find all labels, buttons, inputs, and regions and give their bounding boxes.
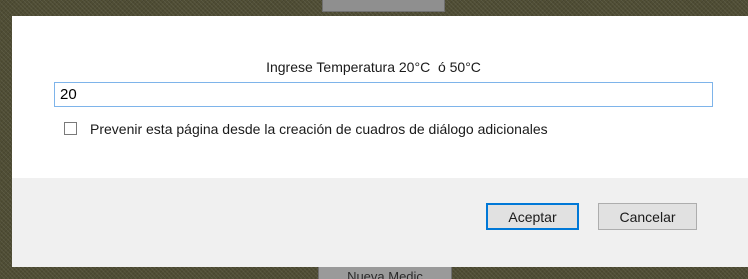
accept-button[interactable]: Aceptar [486,203,579,230]
temperature-input[interactable] [54,82,713,107]
cancel-button[interactable]: Cancelar [598,203,697,230]
background-bottom-tab: Nueva Medic [318,266,452,279]
dialog-message: Ingrese Temperatura 20°C ó 50°C [266,59,481,75]
suppress-dialogs-label[interactable]: Prevenir esta página desde la creación d… [90,121,548,137]
dialog-body: Ingrese Temperatura 20°C ó 50°C Prevenir… [12,16,748,178]
prompt-dialog: Ingrese Temperatura 20°C ó 50°C Prevenir… [12,16,748,267]
suppress-dialogs-checkbox[interactable] [64,122,77,135]
background-top-tab [322,0,445,12]
